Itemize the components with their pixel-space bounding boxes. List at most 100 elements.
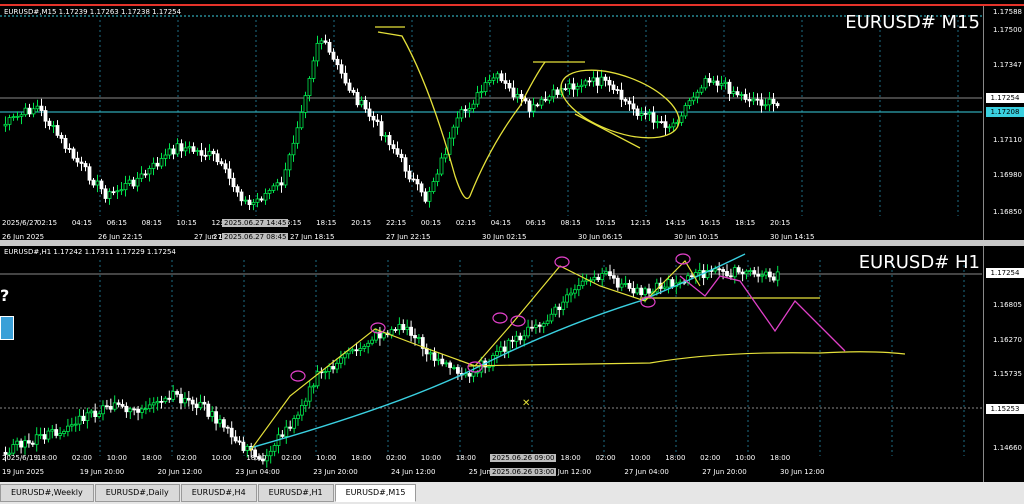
candle-body [522, 335, 527, 341]
candle-body [756, 273, 761, 277]
axis-label: 02:15 [455, 219, 476, 227]
candle-body [54, 429, 59, 436]
candle-body [683, 105, 688, 117]
highlight-circle [510, 315, 526, 327]
h1-chart-pane[interactable]: ✕ EURUSD#,H1 1.17242 1.17311 1.17229 1.1… [0, 246, 1024, 482]
axis-label: 2025/6/27 [2, 219, 38, 227]
candle-body [543, 98, 548, 101]
candle-body [163, 154, 168, 159]
candle-body [391, 144, 396, 150]
candle-body [219, 161, 224, 165]
candle-body [34, 434, 39, 445]
tab-m15[interactable]: EURUSD#,M15 [334, 484, 417, 502]
candle-body [55, 125, 60, 136]
h1-price-axis[interactable]: 1.17254 1.16805 1.16270 1.15735 1.15253 … [983, 246, 1024, 482]
candle-body [545, 320, 550, 324]
candle-body [760, 274, 764, 277]
candle-body [767, 98, 772, 106]
candle-body [107, 191, 112, 199]
candle-body [339, 64, 344, 74]
candle-body [600, 273, 605, 281]
candle-body [423, 191, 428, 202]
axis-label: 18:00 [141, 454, 162, 462]
candle-body [112, 402, 117, 410]
h1-chart-canvas: ✕ [0, 253, 982, 468]
candle-body [571, 83, 576, 90]
candle-body [175, 143, 180, 155]
candle-body [439, 157, 444, 175]
candle-body [291, 142, 296, 156]
price-label: 1.17500 [993, 26, 1022, 34]
tab-daily[interactable]: EURUSD#,Daily [94, 484, 180, 502]
candle-body [690, 275, 694, 278]
tab-h1[interactable]: EURUSD#,H1 [257, 484, 334, 502]
candle-body [283, 169, 288, 186]
candle-body [123, 183, 128, 191]
tab-weekly[interactable]: EURUSD#,Weekly [0, 484, 94, 502]
candle-body [591, 77, 596, 82]
axis-label: 10:00 [420, 454, 442, 462]
candle-body [631, 288, 636, 294]
m15-chart-title: EURUSD# M15 [845, 12, 980, 33]
candle-body [514, 335, 519, 342]
candle-body [534, 324, 538, 328]
candle-body [140, 408, 144, 413]
candle-body [413, 335, 417, 339]
question-icon: ? [0, 286, 10, 305]
candle-body [639, 287, 644, 296]
candle-body [443, 153, 448, 159]
tab-h4[interactable]: EURUSD#,H4 [180, 484, 257, 502]
axis-label: 08:15 [141, 219, 162, 227]
candle-body [667, 126, 672, 129]
candle-body [259, 198, 264, 201]
candle-body [71, 148, 76, 159]
candle-body [97, 413, 101, 418]
candle-body [231, 177, 236, 188]
candle-body [124, 405, 129, 413]
candle-body [182, 397, 187, 404]
candle-body [163, 397, 168, 402]
candle-body [662, 286, 667, 289]
candle-body [407, 170, 412, 180]
candle-body [116, 402, 121, 405]
candle-body [580, 280, 585, 287]
candle-body [775, 271, 780, 281]
candle-body [311, 385, 316, 388]
candle-body [194, 403, 199, 408]
candle-body [747, 99, 752, 102]
candle-body [23, 440, 27, 448]
candle-body [707, 78, 712, 83]
candle-body [471, 371, 476, 377]
price-label: 1.15735 [993, 370, 1022, 378]
candle-body [655, 121, 660, 123]
candle-body [592, 276, 597, 281]
candle-body [7, 117, 12, 125]
candle-body [455, 367, 460, 374]
candle-body [479, 91, 484, 94]
candle-body [143, 408, 148, 411]
candle-body [411, 178, 416, 181]
axis-label: 18:00 [770, 454, 791, 462]
candle-body [323, 371, 328, 373]
axis-label: 02:00 [700, 454, 721, 462]
crosshair-time-label: 2025.06.26 09:00 [490, 454, 557, 462]
candle-body [207, 150, 212, 156]
crosshair-date-label: 2025.06.26 03:00 [490, 468, 557, 476]
highlight-circle [370, 322, 386, 334]
m15-chart-pane[interactable]: EURUSD#,M15 1.17239 1.17263 1.17238 1.17… [0, 4, 1024, 242]
candle-body [359, 99, 364, 106]
candle-body [487, 79, 492, 84]
candle-body [727, 81, 732, 94]
candle-body [280, 434, 285, 437]
candle-body [595, 77, 600, 86]
candle-body [427, 191, 432, 202]
axis-label: 10:00 [735, 454, 756, 462]
axis-label: 02:15 [36, 219, 58, 227]
candle-body [50, 429, 55, 432]
side-widget-icon[interactable] [0, 316, 14, 340]
candle-body [467, 373, 472, 377]
candle-body [299, 405, 304, 416]
m15-price-axis[interactable]: 1.17588 1.17500 1.17347 1.17254 1.17208 … [983, 6, 1024, 242]
candle-body [370, 339, 375, 344]
price-label: 1.17110 [993, 136, 1022, 144]
